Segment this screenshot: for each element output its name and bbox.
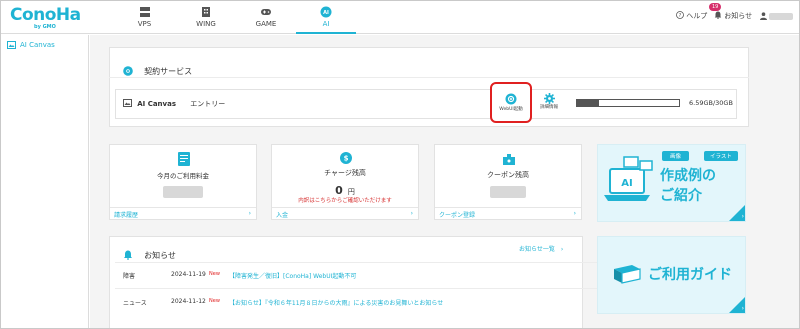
service-name: AI Canvas	[137, 100, 176, 108]
user-name-redacted	[769, 13, 794, 20]
coupon-balance-amount-redacted	[435, 183, 581, 202]
news-list-link[interactable]: お知らせ一覧 ›	[519, 244, 563, 253]
tag-image: 画像	[662, 151, 690, 161]
ai-icon: AI	[320, 6, 332, 18]
sidebar: AI Canvas	[1, 35, 89, 328]
logo-text: ConoHa	[10, 5, 81, 25]
billing-history-link[interactable]: 請求履歴 ›	[110, 207, 256, 219]
usage-fee-title: 今月のご利用料金	[157, 172, 209, 180]
usage-fee-card: 今月のご利用料金 請求履歴 ›	[109, 144, 257, 220]
laptop-ai-illustration: AI	[604, 156, 653, 201]
app-window: ConoHa by GMO VPS WING GAME AI AI ? ヘルプ …	[0, 0, 800, 329]
deposit-link[interactable]: 入金 ›	[272, 207, 418, 219]
deposit-label: 入金	[276, 212, 289, 219]
coupon-balance-card: クーポン残高 クーポン登録 ›	[434, 144, 582, 220]
gear-icon	[543, 93, 555, 104]
chevron-right-icon: ›	[573, 210, 576, 217]
question-icon: ?	[676, 11, 684, 19]
chevron-right-icon: ›	[248, 210, 251, 217]
tab-ai[interactable]: AI AI	[296, 1, 356, 34]
news-category: ニュース	[123, 300, 147, 307]
server-icon	[139, 7, 150, 17]
detail-info-button[interactable]: 詳細情報	[539, 93, 559, 110]
gamepad-icon	[261, 9, 271, 15]
news-new-badge: New	[209, 298, 220, 304]
chevron-right-icon: ›	[741, 213, 744, 220]
webui-launch-label: WebUI起動	[499, 107, 523, 112]
tab-game[interactable]: GAME	[231, 1, 301, 34]
banner-line-1: 作成例の	[660, 168, 716, 184]
sidebar-item-ai-canvas[interactable]: AI Canvas	[7, 41, 55, 49]
news-date: 2024-11-12	[171, 298, 206, 305]
logo-subtext: by GMO	[34, 24, 56, 30]
detail-info-label: 詳細情報	[540, 105, 558, 110]
charge-breakdown-link[interactable]: 内訳はこちらからご確認いただけます	[272, 196, 418, 204]
bell-icon	[714, 11, 722, 19]
book-icon	[614, 265, 641, 284]
ticket-icon	[503, 154, 515, 165]
top-navigation: ConoHa by GMO VPS WING GAME AI AI ? ヘルプ …	[1, 1, 799, 34]
svg-text:AI: AI	[323, 10, 329, 16]
coupon-balance-title: クーポン残高	[487, 171, 529, 179]
canvas-icon	[123, 99, 132, 107]
news-list-label: お知らせ一覧	[519, 246, 555, 253]
storage-progress-bar	[576, 99, 680, 107]
user-guide-banner[interactable]: ご利用ガイド ›	[597, 236, 746, 314]
invoice-icon	[178, 152, 190, 166]
divider	[109, 77, 749, 78]
banner-line-2: ご紹介	[660, 188, 702, 204]
news-category: 障害	[123, 273, 136, 280]
charge-balance-card: $ チャージ残高 0 円 内訳はこちらからご確認いただけます 入金 ›	[271, 144, 419, 220]
svg-text:AI: AI	[621, 178, 632, 189]
tab-ai-label: AI	[322, 20, 330, 28]
svg-text:$: $	[344, 155, 349, 163]
power-icon	[505, 93, 517, 105]
chevron-right-icon: ›	[560, 246, 564, 253]
news-date: 2024-11-19	[171, 271, 206, 278]
tab-game-label: GAME	[255, 20, 277, 28]
webui-launch-button[interactable]: WebUI起動	[490, 82, 532, 123]
tag-illustration: イラスト	[704, 151, 738, 161]
notification-badge: 19	[709, 3, 722, 11]
service-plan: エントリー	[190, 100, 226, 108]
help-label: ヘルプ	[686, 12, 708, 20]
usage-fee-amount-redacted	[110, 183, 256, 202]
tab-wing-label: WING	[196, 20, 216, 28]
service-section-header: 契約サービス	[123, 59, 192, 78]
coupon-register-link[interactable]: クーポン登録 ›	[435, 207, 581, 219]
service-info: AI Canvas エントリー	[123, 99, 225, 109]
user-guide-label: ご利用ガイド	[648, 267, 732, 283]
notice-label: お知らせ	[724, 12, 753, 20]
user-menu[interactable]	[760, 12, 794, 21]
news-new-badge: New	[209, 271, 220, 277]
coin-icon: $	[340, 152, 352, 164]
chevron-right-icon: ›	[410, 210, 413, 217]
news-title: お知らせ	[144, 251, 176, 260]
canvas-icon	[7, 41, 16, 49]
conoha-logo[interactable]: ConoHa by GMO	[10, 5, 92, 31]
gear-icon	[123, 66, 133, 76]
storage-usage-text: 6.59GB/30GB	[689, 99, 733, 107]
billing-history-label: 請求履歴	[114, 212, 139, 219]
coupon-register-label: クーポン登録	[439, 212, 476, 219]
news-header: お知らせ	[123, 243, 176, 262]
charge-balance-unit: 円	[347, 188, 355, 196]
chevron-right-icon: ›	[741, 305, 744, 312]
svg-text:?: ?	[679, 13, 682, 19]
tab-vps-label: VPS	[137, 20, 152, 28]
bell-icon	[124, 250, 132, 260]
storage-progress-fill	[577, 100, 600, 106]
news-link[interactable]: 【障害発生／復旧】[ConoHa] WebUI起動不可	[229, 271, 356, 280]
examples-banner[interactable]: AI 画像 イラスト 作成例の ご紹介 ›	[597, 144, 746, 222]
building-icon	[202, 7, 210, 17]
help-link[interactable]: ? ヘルプ	[676, 11, 707, 21]
service-section-title: 契約サービス	[144, 67, 193, 76]
user-icon	[760, 12, 767, 20]
news-link[interactable]: 【お知らせ】『令和６年11月８日からの大雨』による災害のお見舞いとお知らせ	[229, 298, 443, 307]
notice-link[interactable]: お知らせ	[714, 11, 752, 21]
sidebar-item-label: AI Canvas	[20, 41, 55, 49]
charge-balance-title: チャージ残高	[324, 169, 366, 177]
